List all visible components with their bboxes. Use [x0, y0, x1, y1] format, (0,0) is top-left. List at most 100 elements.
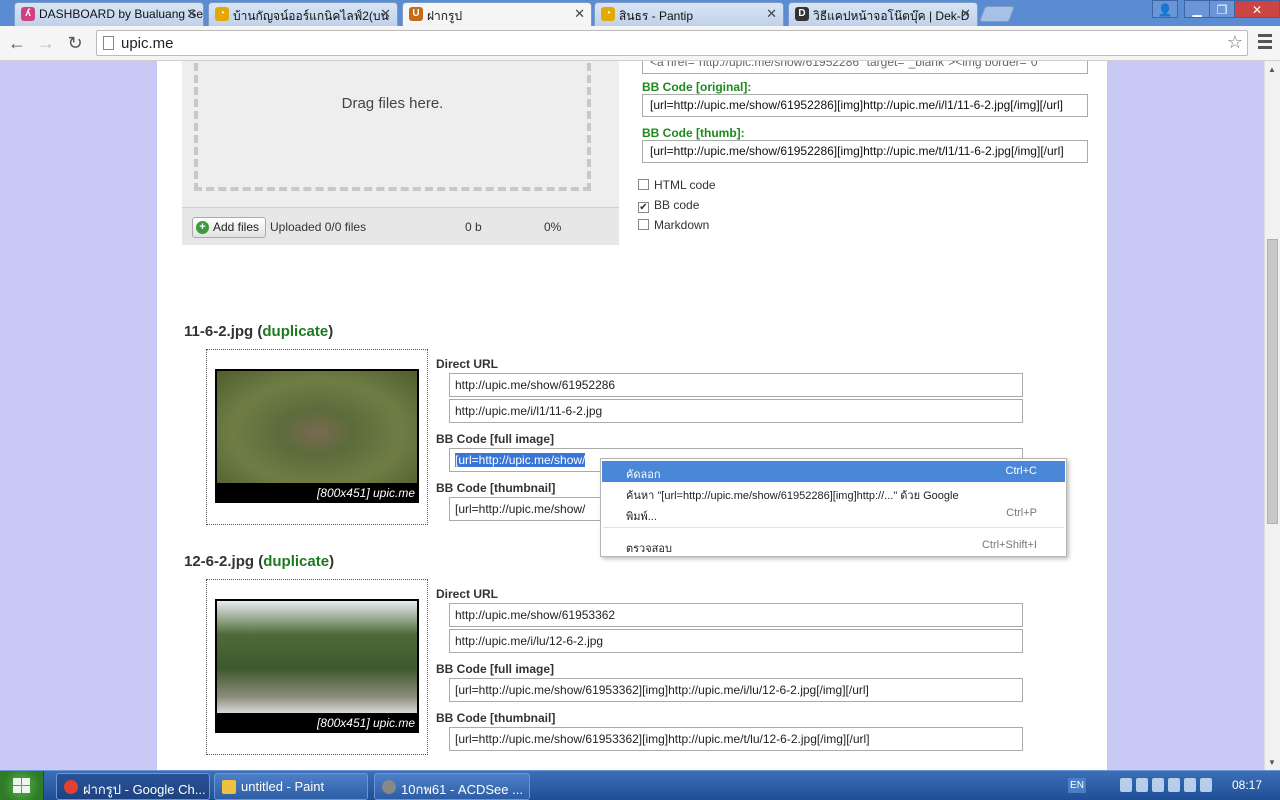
context-menu: คัดลอก Ctrl+C ค้นหา "[url=http://upic.me…: [600, 458, 1067, 557]
tab-title: DASHBOARD by Bualuang Se: [39, 7, 204, 21]
minimize-button[interactable]: ▁: [1184, 0, 1210, 18]
html-code-option[interactable]: HTML code: [638, 178, 716, 192]
close-icon[interactable]: ✕: [574, 6, 585, 22]
tab-pantip[interactable]: ◔ สินธร - Pantip ✕: [594, 2, 784, 26]
direct-image-url-field[interactable]: http://upic.me/i/l1/11-6-2.jpg: [449, 399, 1023, 423]
add-files-label: Add files: [213, 220, 260, 234]
selected-text: [url=http://upic.me/show/: [455, 453, 586, 467]
network-icon[interactable]: [1120, 778, 1132, 792]
restore-button[interactable]: ❐: [1209, 0, 1235, 18]
browser-tab-bar: ʎ DASHBOARD by Bualuang Se ✕ ◔ บ้านกัญจน…: [0, 0, 1280, 27]
pantip-icon: ◔: [601, 7, 615, 21]
shortcut: Ctrl+Shift+I: [981, 539, 1037, 551]
file-title: 11-6-2.jpg (duplicate): [184, 323, 334, 340]
context-print[interactable]: พิมพ์... Ctrl+P: [602, 503, 1065, 524]
taskbar-item-chrome[interactable]: ฝากรูป - Google Ch...: [56, 773, 210, 800]
new-tab-button[interactable]: [979, 6, 1015, 22]
direct-url-label: Direct URL: [436, 587, 499, 601]
drop-zone[interactable]: Drag files here.: [194, 61, 591, 191]
direct-image-url-field[interactable]: http://upic.me/i/lu/12-6-2.jpg: [449, 629, 1023, 653]
direct-show-url-field[interactable]: http://upic.me/show/61952286: [449, 373, 1023, 397]
tab-dekd[interactable]: D วิธีแคปหน้าจอโน๊ตบุ๊ค | Dek-D ✕: [788, 2, 978, 26]
menu-icon[interactable]: [1258, 34, 1272, 52]
bluetooth-icon[interactable]: [1168, 778, 1180, 792]
uploaded-count: Uploaded 0/0 files: [270, 220, 367, 234]
thumbnail-image[interactable]: [800x451] upic.me: [215, 599, 419, 733]
context-search-google[interactable]: ค้นหา "[url=http://upic.me/show/61952286…: [602, 482, 1065, 503]
display-icon[interactable]: [1136, 778, 1148, 792]
thumbnail-image[interactable]: [800x451] upic.me: [215, 369, 419, 503]
url-text: upic.me: [121, 35, 174, 52]
forward-icon[interactable]: →: [34, 31, 58, 55]
trees-photo: [217, 601, 417, 713]
bb-original-field[interactable]: [url=http://upic.me/show/61952286][img]h…: [642, 94, 1088, 117]
user-icon[interactable]: 👤: [1152, 0, 1178, 18]
windows-logo-icon: [13, 778, 30, 793]
language-indicator[interactable]: EN: [1068, 778, 1086, 793]
address-bar[interactable]: upic.me ☆: [96, 30, 1248, 56]
bookmark-star-icon[interactable]: ☆: [1227, 32, 1243, 53]
window-controls: 👤 ▁ ❐ ✕: [1152, 0, 1280, 20]
taskbar-item-acdsee[interactable]: 10กพ61 - ACDSee ...: [374, 773, 530, 800]
start-button[interactable]: [0, 771, 44, 800]
shortcut: Ctrl+P: [1006, 507, 1037, 519]
acdsee-icon: [382, 780, 396, 794]
checkbox[interactable]: [638, 179, 649, 190]
bb-thumb-field[interactable]: [url=http://upic.me/show/61952286][img]h…: [642, 140, 1088, 163]
html-code-field[interactable]: <a href="http://upic.me/show/61952286" t…: [642, 61, 1088, 74]
tab-title: บ้านกัญจน์ออร์แกนิคไลฟ์2(บน: [233, 9, 389, 23]
tab-bualuang[interactable]: ʎ DASHBOARD by Bualuang Se ✕: [14, 2, 204, 26]
security-icon[interactable]: [1152, 778, 1164, 792]
bb-thumbnail-field[interactable]: [url=http://upic.me/show/61953362][img]h…: [449, 727, 1023, 751]
bb-full-label: BB Code [full image]: [436, 432, 555, 446]
file-title: 12-6-2.jpg (duplicate): [184, 553, 335, 570]
tab-baan-organic[interactable]: ◔ บ้านกัญจน์ออร์แกนิคไลฟ์2(บน ✕: [208, 2, 398, 26]
volume-icon[interactable]: [1184, 778, 1196, 792]
close-window-button[interactable]: ✕: [1234, 0, 1280, 18]
system-tray: [1120, 778, 1212, 792]
scrollbar-thumb[interactable]: [1267, 239, 1278, 524]
add-files-button[interactable]: + Add files: [192, 217, 267, 238]
tab-upic[interactable]: U ฝากรูป ✕: [402, 2, 592, 27]
context-copy[interactable]: คัดลอก Ctrl+C: [602, 461, 1065, 482]
checkbox[interactable]: [638, 219, 649, 230]
reload-icon[interactable]: ↻: [63, 31, 87, 55]
bualuang-icon: ʎ: [21, 7, 35, 21]
page-icon: [103, 36, 114, 50]
bb-thumbnail-label: BB Code [thumbnail]: [436, 481, 556, 495]
thumbnail-caption: [800x451] upic.me: [316, 486, 415, 500]
back-icon[interactable]: ←: [5, 31, 29, 55]
close-icon[interactable]: ✕: [186, 6, 197, 22]
close-icon[interactable]: ✕: [380, 6, 391, 22]
scroll-up-icon[interactable]: ▲: [1268, 65, 1276, 74]
bb-code-option[interactable]: ✔ BB code: [638, 198, 699, 213]
vertical-scrollbar[interactable]: ▲ ▼: [1264, 61, 1280, 770]
context-inspect[interactable]: ตรวจสอบ Ctrl+Shift+I: [602, 535, 1065, 556]
duplicate-badge: duplicate: [262, 323, 329, 340]
drop-zone-text: Drag files here.: [341, 95, 444, 112]
bb-full-label: BB Code [full image]: [436, 662, 555, 676]
menu-separator: [603, 527, 1064, 528]
close-icon[interactable]: ✕: [766, 6, 777, 22]
close-icon[interactable]: ✕: [960, 6, 971, 22]
browser-toolbar: ← → ↻ upic.me ☆: [0, 26, 1280, 61]
tab-title: วิธีแคปหน้าจอโน๊ตบุ๊ค | Dek-D: [813, 9, 970, 23]
coconut-photo: [217, 371, 417, 483]
scroll-down-icon[interactable]: ▼: [1268, 758, 1276, 767]
bb-full-field[interactable]: [url=http://upic.me/show/61953362][img]h…: [449, 678, 1023, 702]
uploaded-size: 0 b: [465, 220, 482, 234]
bb-thumbnail-label: BB Code [thumbnail]: [436, 711, 556, 725]
direct-show-url-field[interactable]: http://upic.me/show/61953362: [449, 603, 1023, 627]
pantip-icon: ◔: [215, 7, 229, 21]
thumbnail-frame: [800x451] upic.me: [206, 579, 428, 755]
clock[interactable]: 08:17: [1232, 778, 1262, 792]
markdown-option[interactable]: Markdown: [638, 218, 709, 232]
taskbar: ฝากรูป - Google Ch... untitled - Paint 1…: [0, 770, 1280, 800]
app-tray-icon[interactable]: [1200, 778, 1212, 792]
upic-icon: U: [409, 7, 423, 21]
upload-percent: 0%: [544, 220, 562, 234]
add-icon: +: [196, 221, 209, 234]
taskbar-item-paint[interactable]: untitled - Paint: [214, 773, 368, 800]
shortcut: Ctrl+C: [1005, 465, 1037, 477]
checkbox-checked[interactable]: ✔: [638, 202, 649, 213]
